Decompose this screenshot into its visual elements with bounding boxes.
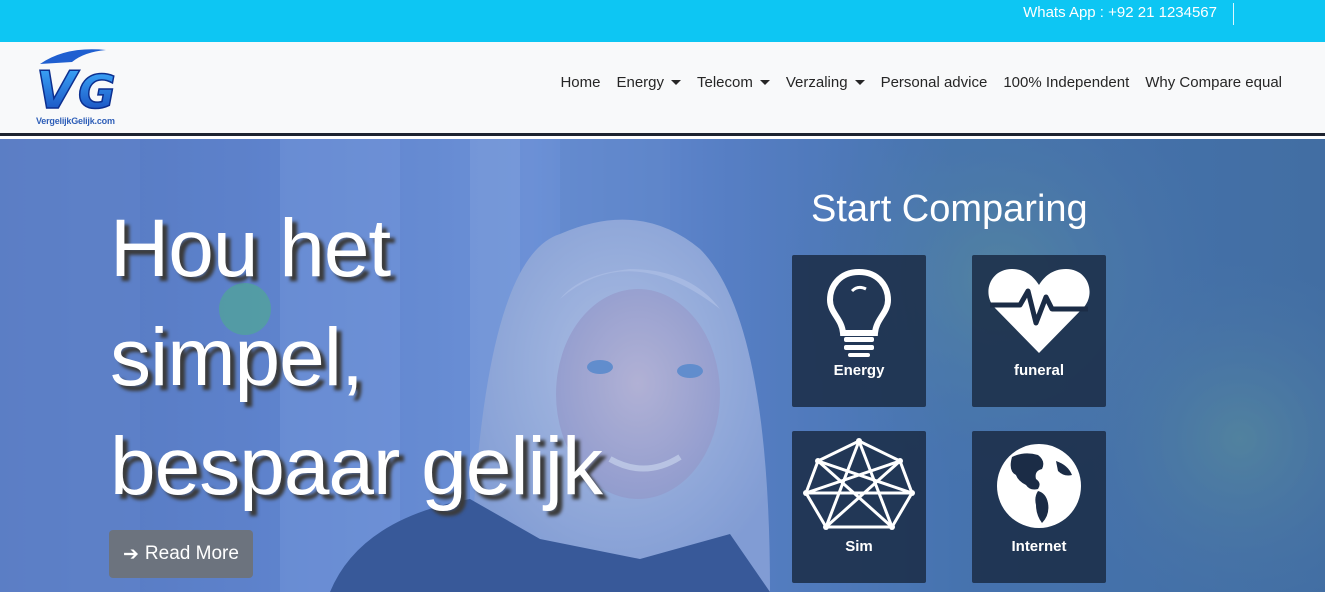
sim-network-icon [803,438,915,530]
main-nav: Home Energy Telecom Verzaling Personal a… [560,74,1282,91]
caret-down-icon [671,80,681,85]
nav-home-label: Home [560,74,601,91]
nav-home[interactable]: Home [560,74,600,91]
tile-internet-label: Internet [1011,538,1067,555]
logo-text: VergelijkGelijk.com [36,116,115,126]
read-more-label: Read More [144,543,239,564]
nav-verzaling[interactable]: Verzaling [786,74,865,91]
hero-title: Hou het simpel, bespaar gelijk [110,194,710,521]
nav-personal-advice-label: Personal advice [880,74,988,91]
hero-title-line: Hou het [110,203,391,294]
nav-telecom-label: Telecom [697,74,753,91]
nav-why-compare-label: Why Compare equal [1145,74,1282,91]
nav-independent-label: 100% Independent [1003,74,1130,91]
nav-telecom[interactable]: Telecom [697,74,770,91]
globe-icon [997,444,1081,528]
caret-down-icon [759,80,770,85]
arrow-right-icon: ➔ [123,543,139,565]
tile-sim[interactable]: Sim [792,431,926,583]
whatsapp-contact[interactable]: Whats App : +92 21 1234567 [1023,4,1217,22]
svg-text:G: G [78,65,116,118]
tile-funeral-label: funeral [1013,362,1064,379]
nav-personal-advice[interactable]: Personal advice [881,74,988,91]
nav-independent[interactable]: 100% Independent [1003,74,1129,91]
read-more-button[interactable]: ➔ Read More [109,530,253,578]
hero-title-line: simpel, [110,312,364,403]
tile-energy-label: Energy [833,362,885,379]
tile-energy[interactable]: Energy [792,255,926,407]
nav-energy[interactable]: Energy [616,74,681,91]
hero-section: Hou het simpel, bespaar gelijk ➔ Read Mo… [0,139,1325,592]
caret-down-icon [854,80,865,85]
nav-why-compare[interactable]: Why Compare equal [1145,74,1282,91]
tile-funeral[interactable]: funeral [972,255,1106,407]
tile-internet[interactable]: Internet [972,431,1106,583]
nav-verzaling-label: Verzaling [785,74,848,91]
logo-mark: V G [35,49,117,122]
hero-title-line: bespaar gelijk [110,421,603,512]
nav-energy-label: Energy [616,74,664,91]
svg-text:V: V [36,61,80,118]
navbar: V G VergelijkGelijk.com Home Energy Tele… [0,42,1325,136]
topbar-divider [1233,3,1234,25]
tile-sim-label: Sim [845,538,873,555]
start-comparing-title: Start Comparing [811,188,1088,230]
top-bar: Whats App : +92 21 1234567 [0,0,1325,42]
heart-pulse-icon [988,269,1090,353]
lightbulb-icon [826,268,892,357]
site-logo[interactable]: V G VergelijkGelijk.com [35,46,136,128]
